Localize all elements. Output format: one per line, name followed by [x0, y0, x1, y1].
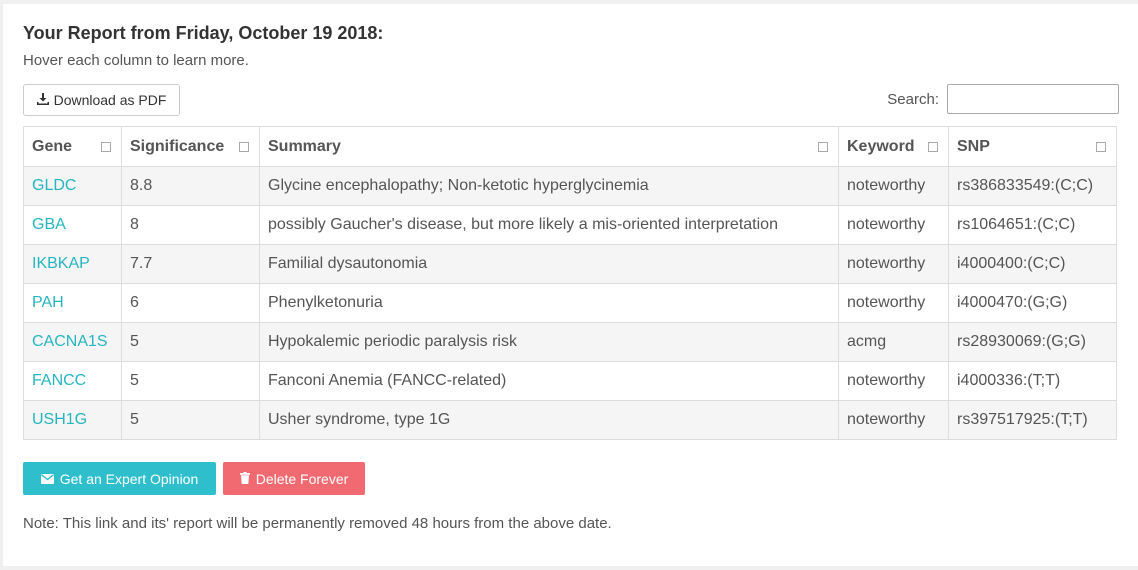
gene-link[interactable]: USH1G — [32, 411, 87, 428]
column-header-gene[interactable]: Gene — [23, 126, 122, 167]
snp-cell: rs386833549:(C;C) — [948, 166, 1117, 206]
page-title: Your Report from Friday, October 19 2018… — [23, 23, 384, 43]
snp-cell: rs28930069:(G;G) — [948, 322, 1117, 362]
keyword-cell: noteworthy — [838, 166, 949, 206]
table-row: GBA 8 possibly Gaucher's disease, but more… — [23, 205, 1117, 245]
expert-opinion-button[interactable]: Get an Expert Opinion — [23, 462, 216, 495]
gene-link[interactable]: GLDC — [32, 177, 76, 194]
keyword-cell: noteworthy — [838, 244, 949, 284]
keyword-cell: noteworthy — [838, 361, 949, 401]
snp-cell: i4000400:(C;C) — [948, 244, 1117, 284]
table-row: IKBKAP 7.7 Familial dysautonomia noteworthy… — [23, 244, 1117, 284]
table-row: FANCC 5 Fanconi Anemia (FANCC-related) note… — [23, 361, 1117, 401]
keyword-cell: acmg — [838, 322, 949, 362]
significance-cell: 5 — [121, 361, 260, 401]
report-table: Gene Significance Summary Keyword SNP GL… — [23, 126, 1117, 440]
keyword-cell: noteworthy — [838, 205, 949, 245]
download-icon — [36, 92, 49, 108]
summary-cell: Glycine encephalopathy; Non-ketotic hype… — [259, 166, 839, 206]
gene-cell: USH1G — [23, 400, 122, 440]
column-header-keyword[interactable]: Keyword — [838, 126, 949, 167]
summary-cell: Phenylketonuria — [259, 283, 839, 323]
page-subtitle: Hover each column to learn more. — [23, 52, 249, 69]
search-label: Search: — [887, 90, 939, 108]
table-body: GLDC 8.8 Glycine encephalopathy; Non-ketot… — [23, 166, 1117, 440]
significance-cell: 8 — [121, 205, 260, 245]
table-row: PAH 6 Phenylketonuria noteworthy i4000470:(G… — [23, 283, 1117, 323]
sort-icon[interactable] — [928, 142, 938, 152]
keyword-cell: noteworthy — [838, 400, 949, 440]
search-box: Search: — [887, 84, 1119, 114]
download-pdf-label: Download as PDF — [53, 92, 167, 108]
footer-note: Note: This link and its' report will be … — [23, 515, 612, 532]
gene-link[interactable]: PAH — [32, 294, 64, 311]
delete-forever-label: Delete Forever — [255, 470, 349, 487]
significance-cell: 8.8 — [121, 166, 260, 206]
significance-cell: 6 — [121, 283, 260, 323]
sort-icon[interactable] — [818, 142, 828, 152]
delete-forever-button[interactable]: Delete Forever — [223, 462, 365, 495]
gene-link[interactable]: FANCC — [32, 372, 86, 389]
table-row: USH1G 5 Usher syndrome, type 1G noteworthy r… — [23, 400, 1117, 440]
summary-cell: Familial dysautonomia — [259, 244, 839, 284]
column-header-significance[interactable]: Significance — [121, 126, 260, 167]
gene-cell: PAH — [23, 283, 122, 323]
summary-cell: Fanconi Anemia (FANCC-related) — [259, 361, 839, 401]
gene-link[interactable]: CACNA1S — [32, 333, 108, 350]
snp-cell: i4000470:(G;G) — [948, 283, 1117, 323]
significance-cell: 7.7 — [121, 244, 260, 284]
gene-cell: CACNA1S — [23, 322, 122, 362]
significance-cell: 5 — [121, 322, 260, 362]
keyword-cell: noteworthy — [838, 283, 949, 323]
report-card: Your Report from Friday, October 19 2018… — [3, 4, 1138, 566]
gene-link[interactable]: GBA — [32, 216, 66, 233]
table-row: GLDC 8.8 Glycine encephalopathy; Non-ketot… — [23, 166, 1117, 206]
gene-cell: IKBKAP — [23, 244, 122, 284]
column-header-snp[interactable]: SNP — [948, 126, 1117, 167]
summary-cell: possibly Gaucher's disease, but more lik… — [259, 205, 839, 245]
download-pdf-button[interactable]: Download as PDF — [23, 84, 180, 116]
gene-link[interactable]: IKBKAP — [32, 255, 90, 272]
table-row: CACNA1S 5 Hypokalemic periodic paralysis r… — [23, 322, 1117, 362]
action-buttons: Get an Expert Opinion Delete Forever — [23, 462, 365, 495]
sort-icon[interactable] — [101, 142, 111, 152]
significance-cell: 5 — [121, 400, 260, 440]
gene-cell: FANCC — [23, 361, 122, 401]
sort-icon[interactable] — [239, 142, 249, 152]
snp-cell: rs397517925:(T;T) — [948, 400, 1117, 440]
gene-cell: GLDC — [23, 166, 122, 206]
column-header-summary[interactable]: Summary — [259, 126, 839, 167]
search-input[interactable] — [947, 84, 1119, 114]
gene-cell: GBA — [23, 205, 122, 245]
snp-cell: i4000336:(T;T) — [948, 361, 1117, 401]
table-header-row: Gene Significance Summary Keyword SNP — [23, 126, 1117, 167]
snp-cell: rs1064651:(C;C) — [948, 205, 1117, 245]
summary-cell: Hypokalemic periodic paralysis risk — [259, 322, 839, 362]
summary-cell: Usher syndrome, type 1G — [259, 400, 839, 440]
expert-opinion-label: Get an Expert Opinion — [59, 470, 199, 487]
trash-icon — [239, 471, 250, 487]
sort-icon[interactable] — [1096, 142, 1106, 152]
envelope-icon — [40, 471, 54, 487]
